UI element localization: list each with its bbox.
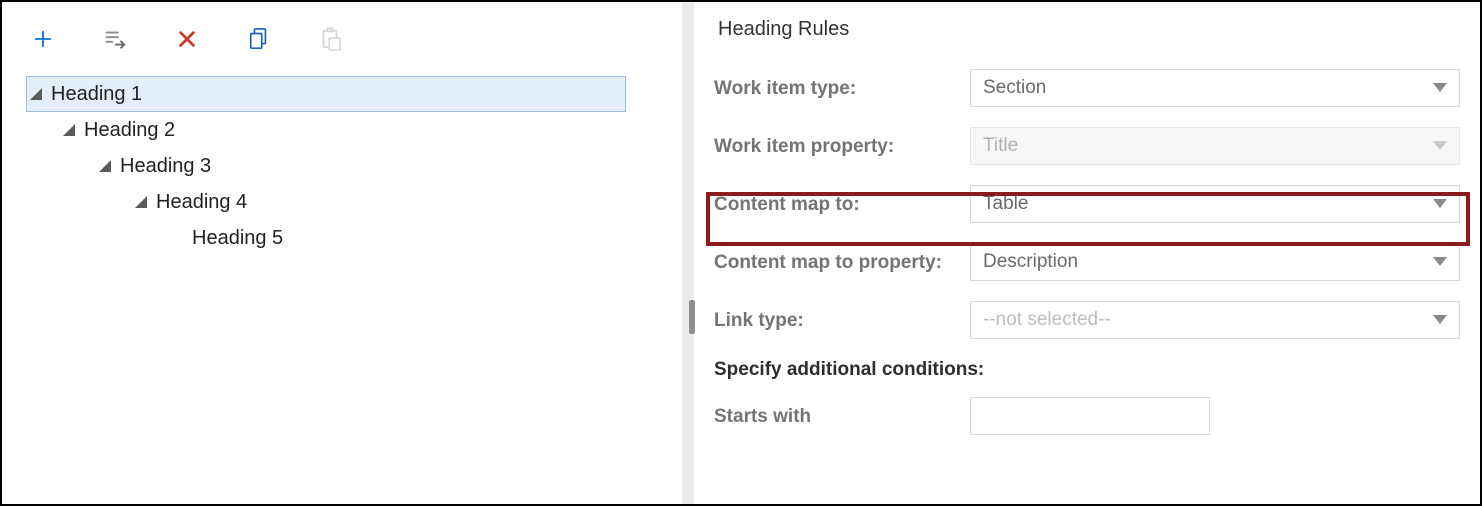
heading-tree: Heading 1 Heading 2 Heading 3 Heading 4 …: [10, 76, 674, 496]
select-content-map-to[interactable]: Table: [970, 185, 1460, 223]
delete-button[interactable]: [172, 24, 202, 54]
label-content-map-to-property: Content map to property:: [714, 243, 970, 275]
tree-item-label: Heading 5: [190, 227, 283, 250]
expand-arrow-icon[interactable]: [60, 121, 78, 139]
tree-item-label: Heading 3: [118, 155, 211, 178]
pane-divider[interactable]: [682, 2, 694, 504]
label-starts-with: Starts with: [714, 397, 970, 429]
starts-with-input[interactable]: [970, 397, 1210, 435]
copy-button[interactable]: [244, 24, 274, 54]
label-work-item-type: Work item type:: [714, 69, 970, 101]
expand-arrow-placeholder: [168, 229, 186, 247]
select-value: Title: [983, 135, 1018, 157]
row-link-type: Link type: --not selected--: [714, 301, 1460, 341]
panel-title: Heading Rules: [718, 18, 1460, 41]
select-value: --not selected--: [983, 309, 1111, 331]
expand-arrow-icon[interactable]: [132, 193, 150, 211]
expand-arrow-icon[interactable]: [27, 85, 45, 103]
conditions-header: Specify additional conditions:: [714, 359, 1460, 381]
tree-pane: Heading 1 Heading 2 Heading 3 Heading 4 …: [2, 2, 682, 504]
tree-item-label: Heading 4: [154, 191, 247, 214]
select-content-map-to-property[interactable]: Description: [970, 243, 1460, 281]
chevron-down-icon: [1431, 311, 1449, 329]
properties-pane: Heading Rules Work item type: Section Wo…: [694, 2, 1480, 504]
row-content-map-to: Content map to: Table: [714, 185, 1460, 225]
label-link-type: Link type:: [714, 301, 970, 333]
insert-button[interactable]: [100, 24, 130, 54]
expand-arrow-icon[interactable]: [96, 157, 114, 175]
chevron-down-icon: [1431, 137, 1449, 155]
select-value: Description: [983, 251, 1078, 273]
tree-item[interactable]: Heading 3: [18, 148, 674, 184]
row-content-map-to-property: Content map to property: Description: [714, 243, 1460, 283]
select-link-type[interactable]: --not selected--: [970, 301, 1460, 339]
select-value: Section: [983, 77, 1046, 99]
splitter-handle-icon[interactable]: [689, 300, 695, 334]
tree-item[interactable]: Heading 2: [18, 112, 674, 148]
select-work-item-property: Title: [970, 127, 1460, 165]
add-button[interactable]: [28, 24, 58, 54]
toolbar: [10, 14, 674, 76]
chevron-down-icon: [1431, 253, 1449, 271]
row-work-item-type: Work item type: Section: [714, 69, 1460, 109]
label-work-item-property: Work item property:: [714, 127, 970, 159]
select-value: Table: [983, 193, 1028, 215]
chevron-down-icon: [1431, 79, 1449, 97]
select-work-item-type[interactable]: Section: [970, 69, 1460, 107]
tree-item[interactable]: Heading 4: [18, 184, 674, 220]
paste-button[interactable]: [316, 24, 346, 54]
tree-item[interactable]: Heading 1: [18, 76, 674, 112]
label-content-map-to: Content map to:: [714, 185, 970, 217]
tree-item-label: Heading 1: [49, 83, 142, 106]
chevron-down-icon: [1431, 195, 1449, 213]
row-starts-with: Starts with: [714, 397, 1460, 437]
tree-item[interactable]: Heading 5: [18, 220, 674, 256]
tree-item-label: Heading 2: [82, 119, 175, 142]
row-work-item-property: Work item property: Title: [714, 127, 1460, 167]
